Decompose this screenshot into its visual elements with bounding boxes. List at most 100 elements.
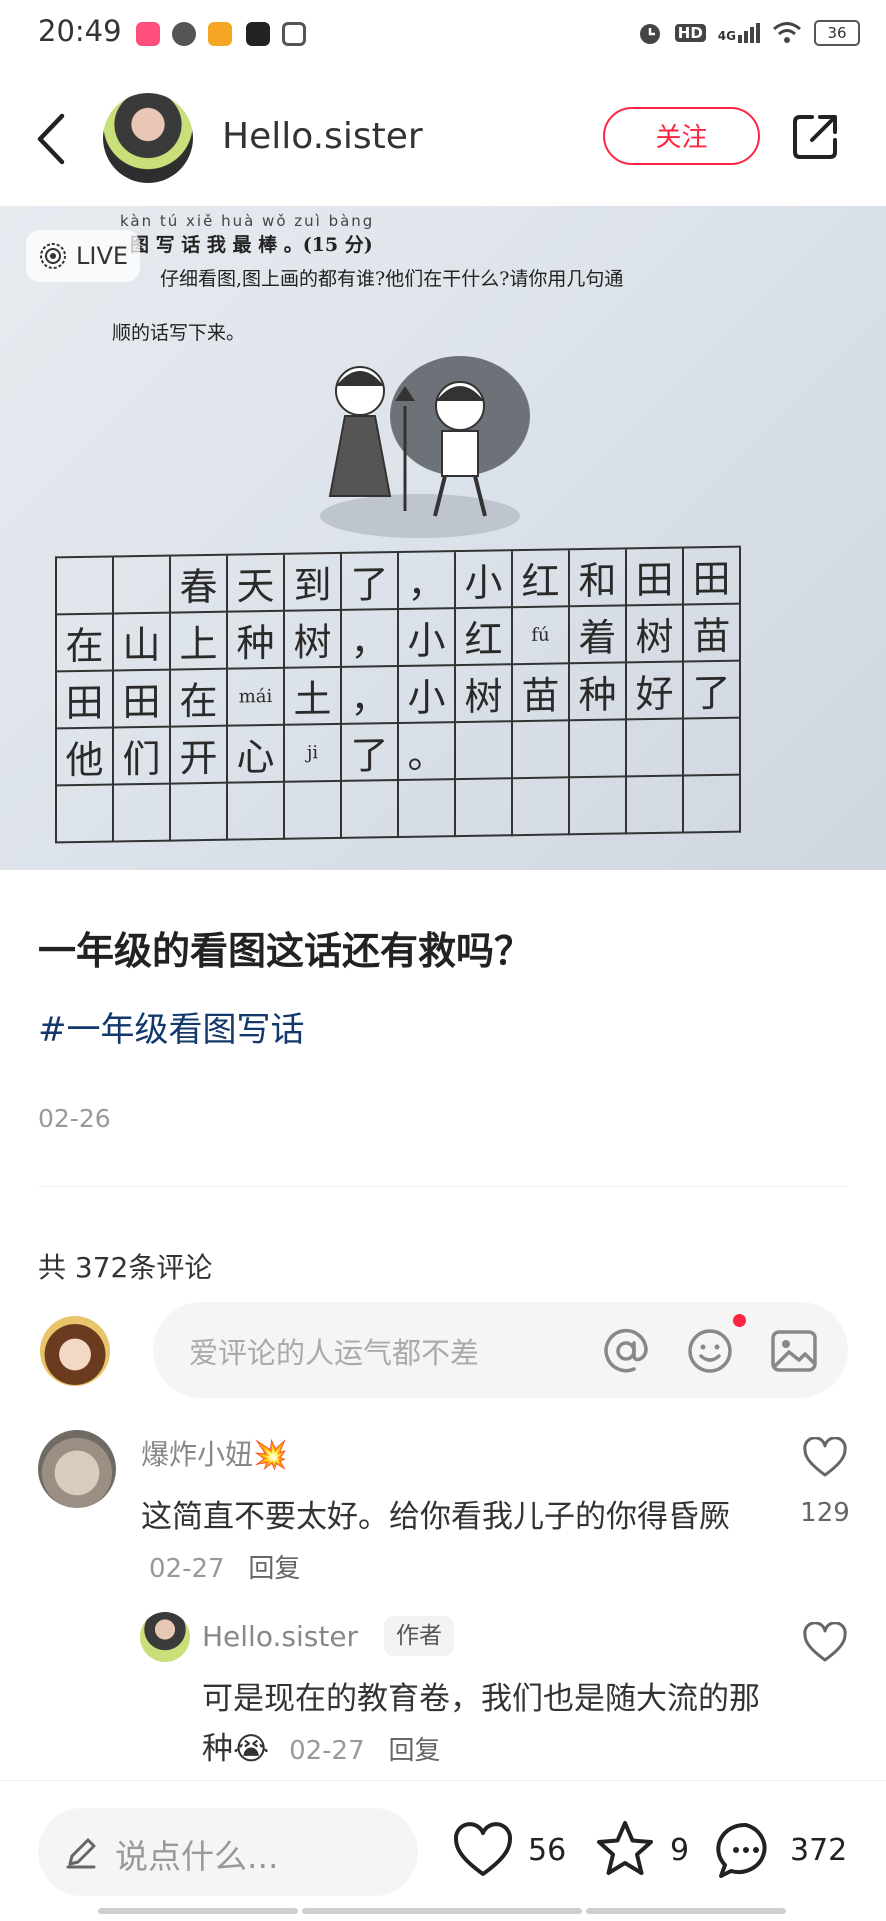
grid-cell: ， <box>342 666 399 725</box>
grid-cell: 好 <box>627 662 684 721</box>
comment-icon[interactable] <box>715 1820 777 1882</box>
photo-question-title: 图 写 话 我 最 棒 。(15 分) <box>130 234 373 256</box>
reply-like-icon[interactable] <box>802 1622 848 1664</box>
grid-cell: 田 <box>114 670 171 729</box>
grid-cell <box>171 783 228 842</box>
live-icon <box>40 243 66 269</box>
grid-cell: 在 <box>57 614 114 673</box>
grid-cell <box>684 718 741 777</box>
network-label: 4G <box>717 29 736 43</box>
battery-indicator: 36 <box>814 20 860 46</box>
mention-icon[interactable] <box>601 1326 651 1376</box>
grid-cell: 和 <box>570 549 627 608</box>
commenter-avatar[interactable] <box>38 1430 116 1508</box>
cup-notification-icon <box>282 22 306 46</box>
grid-cell: 天 <box>228 554 285 613</box>
grid-cell <box>57 785 114 844</box>
comment-input-placeholder: 爱评论的人运气都不差 <box>189 1336 480 1370</box>
author-name[interactable]: Hello.sister <box>222 116 423 157</box>
grid-cell: ， <box>399 552 456 610</box>
grid-cell: 着 <box>570 606 627 665</box>
star-icon[interactable] <box>594 1818 656 1880</box>
reply-reply-button[interactable]: 回复 <box>389 1736 441 1766</box>
post-photo[interactable]: kàn tú xiě huà wǒ zuì bàng 图 写 话 我 最 棒 。… <box>0 206 886 870</box>
image-icon[interactable] <box>769 1326 819 1376</box>
comment-like-count: 129 <box>800 1498 850 1528</box>
grid-cell <box>456 779 513 838</box>
comment-like-icon[interactable] <box>802 1437 848 1479</box>
divider <box>38 1186 848 1187</box>
alarm-icon <box>639 24 660 44</box>
comment-input[interactable]: 爱评论的人运气都不差 <box>153 1302 848 1398</box>
star-count: 9 <box>670 1833 690 1868</box>
grid-cell: 红 <box>456 608 513 667</box>
grid-cell: 。 <box>399 723 456 781</box>
back-icon[interactable] <box>32 112 72 166</box>
hd-indicator: HD <box>674 24 706 42</box>
follow-button[interactable]: 关注 <box>603 107 760 165</box>
reply-avatar[interactable] <box>140 1612 190 1662</box>
grid-cell: 种 <box>228 611 285 670</box>
grid-cell: 春 <box>171 555 228 614</box>
grid-cell <box>399 780 456 838</box>
reply-date: 02-27 <box>289 1736 365 1766</box>
grid-cell: 开 <box>171 726 228 785</box>
grid-cell: 了 <box>684 661 741 720</box>
grid-cell: 心 <box>228 725 285 784</box>
say-something-placeholder: 说点什么... <box>115 1837 279 1876</box>
grid-cell: 小 <box>399 666 456 724</box>
home-indicator-center <box>302 1908 582 1914</box>
grid-cell <box>627 776 684 835</box>
grid-cell: mái <box>228 668 285 727</box>
grid-cell <box>114 556 171 615</box>
grid-cell: 树 <box>627 605 684 664</box>
share-icon[interactable] <box>790 112 840 162</box>
grid-cell: 树 <box>285 610 342 669</box>
grid-cell: 苗 <box>684 604 741 663</box>
grid-cell: 山 <box>114 613 171 672</box>
grid-cell: 苗 <box>513 664 570 723</box>
grid-cell <box>513 778 570 837</box>
wifi-icon <box>773 22 801 43</box>
grid-cell <box>57 557 114 616</box>
grid-cell <box>228 782 285 841</box>
grid-cell: 们 <box>114 727 171 786</box>
live-badge[interactable]: LIVE <box>26 230 140 282</box>
grid-cell <box>627 719 684 778</box>
post-tag[interactable]: #一年级看图写话 <box>38 1002 305 1051</box>
comment-count: 共 372条评论 <box>38 1251 213 1284</box>
reply-name[interactable]: Hello.sister <box>202 1620 358 1653</box>
status-right: HD 4G 36 <box>637 20 860 46</box>
taobao-notification-icon <box>208 22 232 46</box>
grid-cell <box>114 784 171 843</box>
comment-text: 这简直不要太好。给你看我儿子的你得昏厥 02-27 回复 <box>141 1492 761 1594</box>
grid-cell <box>342 780 399 839</box>
live-label: LIVE <box>76 242 129 270</box>
grid-cell: 了 <box>342 552 399 611</box>
comment-body: 这简直不要太好。给你看我儿子的你得昏厥 <box>141 1499 730 1535</box>
status-bar: 20:49 HD 4G 36 <box>0 0 886 70</box>
photo-pinyin: kàn tú xiě huà wǒ zuì bàng <box>120 212 375 230</box>
author-avatar[interactable] <box>103 93 193 183</box>
say-something-input[interactable]: 说点什么... <box>38 1808 418 1896</box>
grid-cell: 他 <box>57 728 114 787</box>
emoji-icon[interactable] <box>685 1326 735 1376</box>
reply-body: 可是现在的教育卷，我们也是随大流的那种😭 <box>202 1681 760 1767</box>
grid-cell: 了 <box>342 723 399 782</box>
comment-date: 02-27 <box>149 1554 225 1584</box>
grid-cell: 上 <box>171 612 228 671</box>
comment-reply-button[interactable]: 回复 <box>248 1554 300 1584</box>
like-icon[interactable] <box>452 1820 514 1882</box>
comment-count-bottom: 372 <box>790 1833 848 1868</box>
grid-cell: 到 <box>285 553 342 612</box>
commenter-name[interactable]: 爆炸小妞💥 <box>141 1433 288 1473</box>
like-count: 56 <box>528 1833 567 1868</box>
photo-question-line1: 仔细看图,图上画的都有谁?他们在干什么?请你用几句通 <box>160 268 624 290</box>
grid-cell: 田 <box>57 671 114 730</box>
post-date: 02-26 <box>38 1104 111 1133</box>
grid-cell: 种 <box>570 663 627 722</box>
grid-cell: 在 <box>171 669 228 728</box>
grid-cell <box>456 722 513 781</box>
grid-cell <box>570 720 627 779</box>
grid-cell: 田 <box>627 548 684 607</box>
